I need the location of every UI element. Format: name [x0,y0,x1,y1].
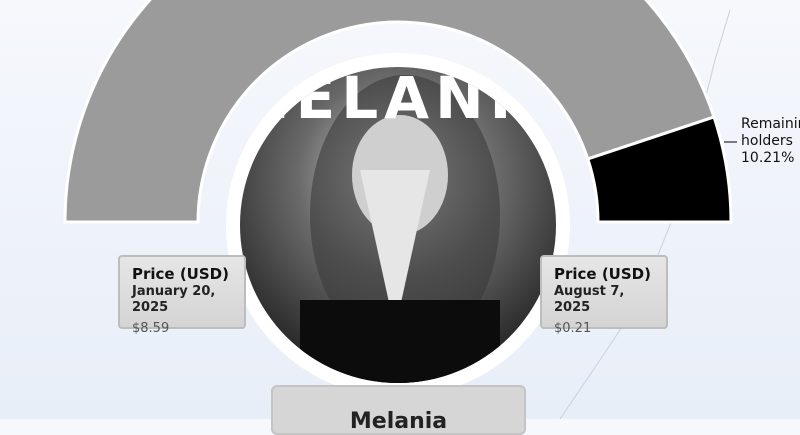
price-card-title: Price (USD) [132,265,229,283]
slice-label-value: 10.21% [741,150,795,166]
price-card-end: Price (USD) August 7, 2025 $0.21 [540,255,668,336]
price-card-title: Price (USD) [554,265,651,283]
price-card-value: $0.21 [554,321,592,336]
price-card-value: $8.59 [132,321,170,336]
price-card-date: August 7, 2025 [554,284,625,315]
price-card-date: January 20, 2025 [132,284,216,315]
price-card-start: Price (USD) January 20, 2025 $8.59 [118,255,246,336]
slice-label-name: Remaining holders [741,116,800,149]
coin-name-box: Melania [271,385,526,435]
slice-label-remaining-holders: Remaining holders 10.21% [741,116,800,167]
coin-name: Melania [349,409,448,434]
donut-chart: MELANIA [63,0,737,419]
